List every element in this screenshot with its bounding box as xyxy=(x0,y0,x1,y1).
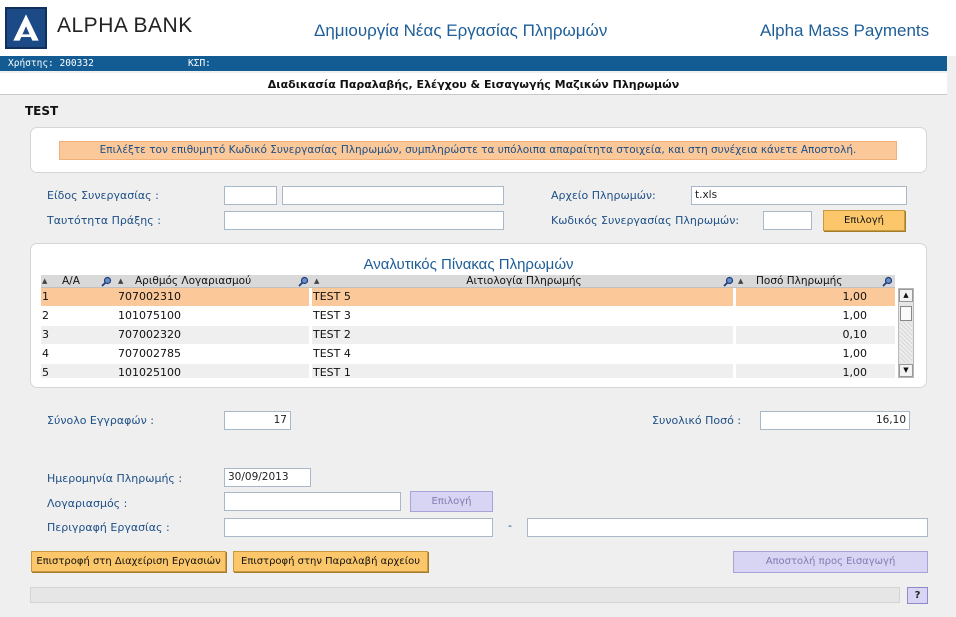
cooperation-type-desc-input[interactable] xyxy=(282,186,504,205)
grid-header: ▲ Α/Α ▲ Αριθμός Λογαριασμού ▲ Αιτιολογία… xyxy=(41,275,895,288)
job-description-label: Περιγραφή Εργασίας : xyxy=(47,521,170,534)
records-total-field: 17 xyxy=(224,411,291,430)
user-info-bar: Χρήστης: 200332 ΚΣΠ: xyxy=(0,56,947,71)
amount-total-field: 16,10 xyxy=(760,411,910,430)
scroll-down-arrow-icon[interactable]: ▼ xyxy=(899,364,913,377)
table-row[interactable]: 4 707002785 TEST 4 1,00 xyxy=(41,345,895,364)
table-scrollbar[interactable]: ▲ ▼ xyxy=(898,288,914,378)
column-header-aa[interactable]: ▲ Α/Α xyxy=(41,275,116,288)
coop-code-label: Κωδικός Συνεργασίας Πληρωμών: xyxy=(551,214,740,227)
account-input[interactable] xyxy=(224,492,401,511)
job-description-input-2[interactable] xyxy=(527,518,928,537)
search-icon[interactable] xyxy=(882,276,893,287)
cooperation-type-code-input[interactable] xyxy=(224,186,277,205)
table-title: Αναλυτικός Πίνακας Πληρωμών xyxy=(363,256,574,273)
search-icon[interactable] xyxy=(723,276,734,287)
scroll-thumb[interactable] xyxy=(900,306,912,321)
back-to-jobs-button[interactable]: Επιστροφή στη Διαχείριση Εργασιών xyxy=(31,551,226,572)
section-label: TEST xyxy=(25,104,59,118)
page-heading: Δημιουργία Νέας Εργασίας Πληρωμών xyxy=(314,21,608,40)
table-row[interactable]: 3 707002320 TEST 2 0,10 xyxy=(41,326,895,345)
description-dash: - xyxy=(508,519,512,532)
scroll-track[interactable] xyxy=(900,322,912,362)
bank-name: ALPHA BANK xyxy=(57,14,193,37)
ksp-label: ΚΣΠ: xyxy=(188,58,211,69)
alpha-bank-logo-icon xyxy=(5,7,47,49)
payment-date-label: Ημερομηνία Πληρωμής : xyxy=(47,472,183,485)
process-title: Διαδικασία Παραλαβής, Ελέγχου & Εισαγωγή… xyxy=(267,78,680,91)
sort-icon[interactable]: ▲ xyxy=(118,275,123,288)
column-header-reason[interactable]: ▲ Αιτιολογία Πληρωμής xyxy=(312,275,736,288)
column-header-amount[interactable]: ▲ Ποσό Πληρωμής xyxy=(736,275,895,288)
records-total-label: Σύνολο Εγγραφών : xyxy=(47,414,154,427)
account-label: Λογαριασμός : xyxy=(47,497,128,510)
coop-code-input[interactable] xyxy=(763,211,812,230)
job-description-input-1[interactable] xyxy=(224,518,493,537)
scroll-up-arrow-icon[interactable]: ▲ xyxy=(899,289,913,302)
coop-code-select-button[interactable]: Επιλογή xyxy=(823,210,905,231)
send-for-import-button[interactable]: Αποστολή προς Εισαγωγή xyxy=(733,551,928,573)
payments-table-panel: Αναλυτικός Πίνακας Πληρωμών ▲ Α/Α ▲ Αριθ… xyxy=(30,243,927,388)
app-name: Alpha Mass Payments xyxy=(760,21,930,40)
back-to-file-button[interactable]: Επιστροφή στην Παραλαβή αρχείου xyxy=(233,551,428,572)
payment-date-input[interactable]: 30/09/2013 xyxy=(224,468,311,487)
top-header: ALPHA BANK Δημιουργία Νέας Εργασίας Πληρ… xyxy=(0,0,956,56)
cooperation-type-label: Είδος Συνεργασίας : xyxy=(47,189,159,202)
search-icon[interactable] xyxy=(101,276,112,287)
search-icon[interactable] xyxy=(298,276,309,287)
transaction-id-label: Ταυτότητα Πράξης : xyxy=(47,214,161,227)
transaction-id-input[interactable] xyxy=(224,211,504,230)
user-label: Χρήστης: 200332 xyxy=(8,58,94,69)
amount-total-label: Συνολικό Ποσό : xyxy=(652,414,742,427)
sort-icon[interactable]: ▲ xyxy=(42,275,47,288)
process-title-bar: Διαδικασία Παραλαβής, Ελέγχου & Εισαγωγή… xyxy=(0,73,947,95)
status-progress-bar xyxy=(30,587,900,603)
column-header-account[interactable]: ▲ Αριθμός Λογαριασμού xyxy=(116,275,312,288)
table-row[interactable]: 1 707002310 TEST 5 1,00 xyxy=(41,288,895,307)
info-panel: Επιλέξτε τον επιθυμητό Κωδικό Συνεργασία… xyxy=(30,127,927,173)
table-row[interactable]: 2 101075100 TEST 3 1,00 xyxy=(41,307,895,326)
info-message: Επιλέξτε τον επιθυμητό Κωδικό Συνεργασία… xyxy=(59,141,897,160)
payments-file-input[interactable]: t.xls xyxy=(691,186,907,205)
help-button[interactable]: ? xyxy=(907,587,928,604)
payments-file-label: Αρχείο Πληρωμών: xyxy=(551,189,656,202)
table-row[interactable]: 5 101025100 TEST 1 1,00 xyxy=(41,364,895,379)
sort-icon[interactable]: ▲ xyxy=(738,275,743,288)
account-select-button[interactable]: Επιλογή xyxy=(410,491,493,512)
